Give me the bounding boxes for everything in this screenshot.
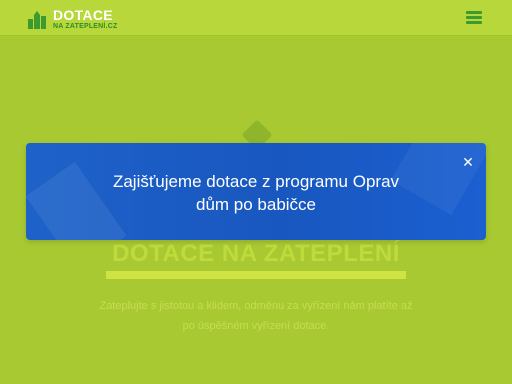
modal-message-line2: dům po babičce (195, 195, 317, 214)
hero-title-underline (106, 271, 406, 279)
hamburger-menu-icon[interactable] (466, 11, 482, 25)
site-logo[interactable]: DOTACE NA ZATEPLENÍ.CZ (28, 7, 117, 31)
promo-modal: ✕ Zajišťujeme dotace z programu Oprav dů… (26, 143, 486, 240)
logo-title: DOTACE (53, 7, 113, 23)
hero-title: DOTACE NA ZATEPLENÍ (112, 240, 400, 267)
hero-description: Zateplujte s jistotou a klidem, odměnu z… (99, 300, 413, 332)
modal-message: Zajišťujeme dotace z programu Oprav dům … (56, 170, 456, 216)
logo-buildings-icon (28, 9, 48, 29)
modal-message-line1: Zajišťujeme dotace z programu Oprav (112, 172, 400, 191)
logo-subtitle: NA ZATEPLENÍ.CZ (53, 23, 118, 30)
site-header: DOTACE NA ZATEPLENÍ.CZ (0, 0, 512, 36)
close-icon[interactable]: ✕ (461, 155, 475, 169)
